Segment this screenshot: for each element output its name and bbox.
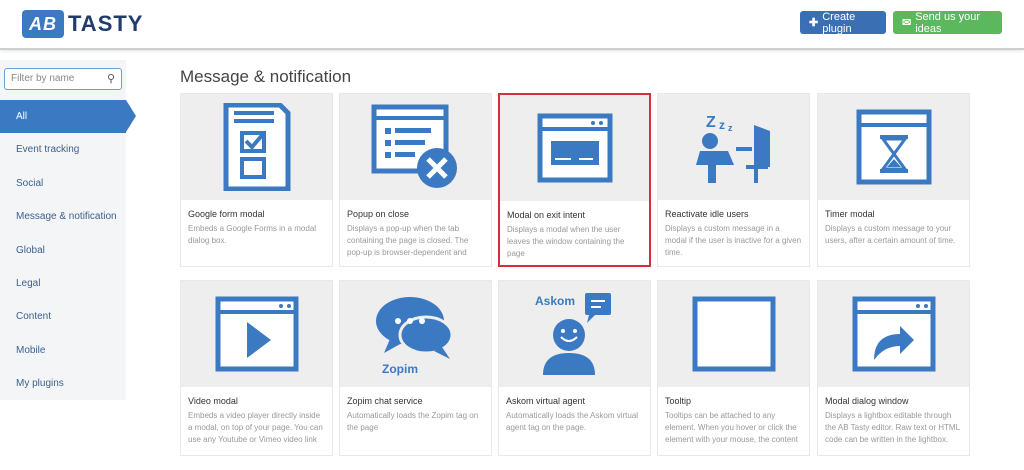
sidebar-item-label: Event tracking [16,144,80,156]
sidebar-item-label: Global [16,244,45,256]
plugin-description: Embeds a video player directly inside a … [188,411,323,444]
sidebar-item-mobile[interactable]: Mobile [0,334,126,367]
plugin-description: Displays a lightbox editable through the… [825,411,960,444]
plugin-thumbnail: Askom [499,281,650,387]
svg-text:z: z [728,123,733,133]
svg-text:Z: Z [706,114,716,131]
sidebar-item-label: Legal [16,278,41,289]
plugin-card[interactable]: Google form modal Embeds a Google Forms i… [180,93,333,267]
plugin-name: Tooltip [665,396,692,406]
plugin-card[interactable]: Video modal Embeds a video player directl… [180,280,333,456]
plugin-description: Displays a pop-up when the tab containin… [347,224,469,257]
create-plugin-label: Create plugin [822,10,856,35]
svg-text:z: z [719,118,725,132]
plugin-name: Modal on exit intent [507,210,586,220]
active-arrow [126,100,136,132]
plus-icon: ✚ [809,17,819,29]
plugin-thumbnail: Zopim [340,281,491,387]
sidebar-item-label: My plugins [16,378,64,390]
plugin-description: Embeds a Google Forms in a modal dialog … [188,224,317,245]
sidebar-item-content[interactable]: Content [0,300,126,333]
plugin-thumbnail [500,95,649,201]
plugin-name: Modal dialog window [825,396,909,406]
sidebar-item-legal[interactable]: Legal [0,267,126,300]
plugin-card[interactable]: Zopim Zopim chat service Automatically loa… [339,280,492,456]
plugin-description: Automatically loads the Askom virtual ag… [506,411,639,432]
plugin-description: Displays a custom message in a modal if … [665,224,802,257]
sidebar-item-message-notification[interactable]: Message & notification [0,200,126,233]
plugin-description: Tooltips can be attached to any element.… [665,411,798,444]
plugin-description: Automatically loads the Zopim tag on the… [347,411,479,432]
svg-text:Askom: Askom [535,294,575,308]
plugin-description: Displays a custom message to your users,… [825,224,956,245]
create-plugin-button[interactable]: ✚ Create plugin [800,10,886,35]
plugin-thumbnail: Zzz [658,94,809,200]
sidebar-item-label: Mobile [16,344,46,356]
send-ideas-label: Send us your ideas [915,10,981,35]
zopim-brand-text: Zopim [382,362,418,376]
plugin-description: Displays a modal when the user leaves th… [507,225,625,258]
logo[interactable]: AB TASTY [22,10,143,38]
plugin-name: Askom virtual agent [506,396,586,406]
plugin-thumbnail [818,94,969,200]
plugin-card[interactable]: Askom Askom virtual agent Automatically lo… [498,280,651,456]
plugin-card[interactable]: Modal on exit intent Displays a modal whe… [498,93,651,267]
plugin-name: Timer modal [825,209,875,219]
filter-input[interactable]: Filter by name ⚲ [4,68,122,90]
plugin-name: Popup on close [347,209,410,219]
plugin-thumbnail [181,94,332,200]
logo-text: TASTY [68,11,144,36]
send-ideas-button[interactable]: ✉ Send us your ideas [893,10,1002,35]
sidebar-item-my-plugins[interactable]: My plugins [0,367,126,400]
sidebar-item-label: Social [16,177,44,189]
sidebar-item-all[interactable]: All [0,100,136,133]
plugin-name: Zopim chat service [347,396,423,406]
sidebar-item-label: All [16,111,28,122]
plugin-card[interactable]: Tooltip Tooltips can be attached to any e… [657,280,810,456]
search-icon: ⚲ [106,73,115,85]
page-title: Message & notification [180,67,352,86]
plugin-card[interactable]: Zz z Reactivate idle users Displays a custo… [657,93,810,267]
plugin-thumbnail [340,94,491,200]
plugin-thumbnail [818,281,969,387]
sidebar-item-label: Message & notification [16,211,117,223]
plugin-card[interactable]: Modal dialog window Displays a lightbox e… [817,280,970,456]
plugin-name: Google form modal [188,209,265,219]
plugin-card[interactable]: Popup on close Displays a pop-up when the… [339,93,492,267]
sidebar-item-label: Content [16,311,52,323]
plugin-name: Reactivate idle users [665,209,749,219]
filter-placeholder: Filter by name [11,73,75,84]
sidebar-item-global[interactable]: Global [0,234,126,267]
sidebar-item-event-tracking[interactable]: Event tracking [0,133,126,166]
plugin-thumbnail [181,281,332,387]
plugin-card[interactable]: Timer modal Displays a custom message to … [817,93,970,267]
plugin-name: Video modal [188,396,238,406]
top-bar: AB TASTY ✚ Create plugin ✉ Send us your … [0,0,1024,50]
sidebar-item-social[interactable]: Social [0,167,126,200]
envelope-icon: ✉ [902,17,912,29]
plugin-thumbnail [658,281,809,387]
logo-mark: AB [22,10,64,38]
